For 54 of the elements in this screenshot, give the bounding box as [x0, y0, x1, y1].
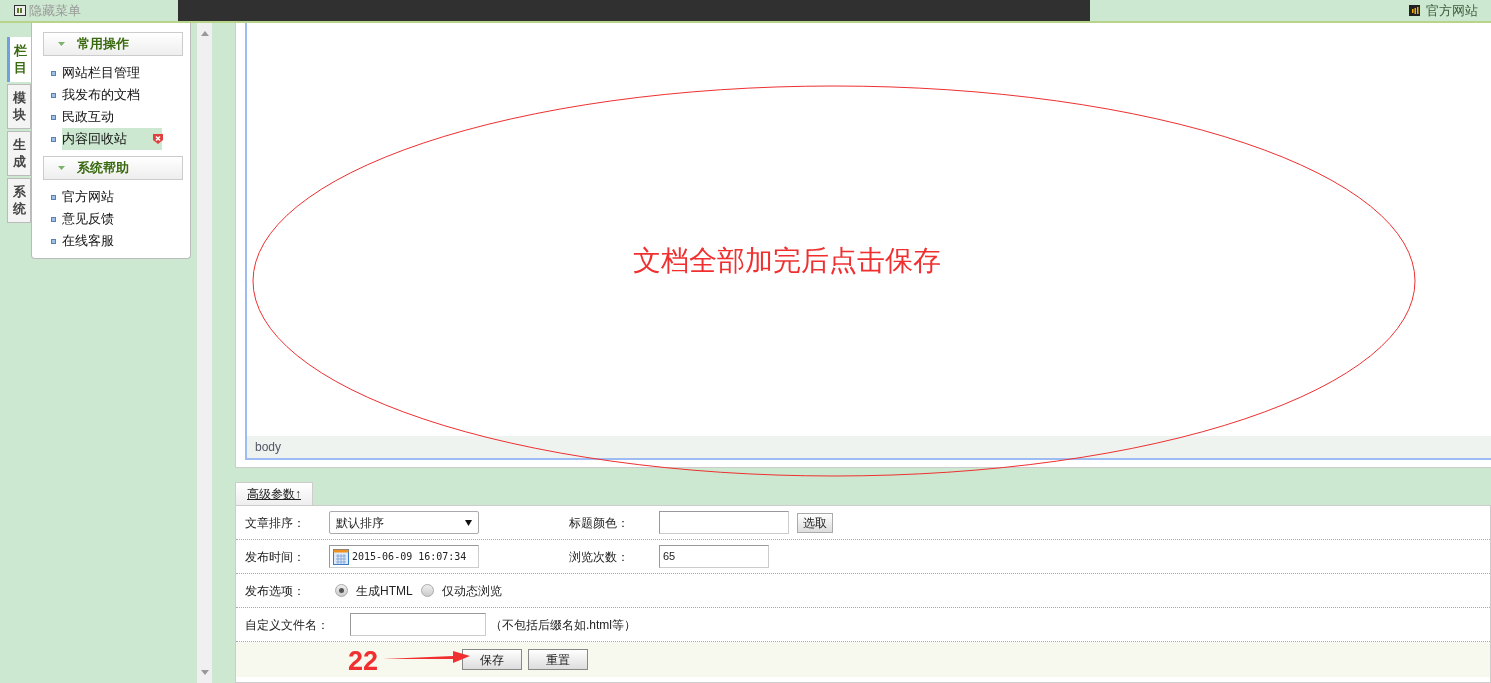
panel-icon — [14, 5, 26, 16]
pick-color-button[interactable]: 选取 — [797, 512, 833, 533]
menu-group-header[interactable]: 常用操作 — [43, 32, 183, 56]
radio-button[interactable] — [335, 584, 348, 597]
scroll-up-icon[interactable] — [200, 31, 209, 36]
menu-item[interactable]: 网站栏目管理 — [62, 62, 140, 84]
rss-icon — [1409, 5, 1420, 16]
form-button[interactable]: 重置 — [528, 649, 588, 670]
radio-label[interactable]: 仅动态浏览 — [441, 581, 502, 600]
views-field[interactable]: 65 — [659, 545, 769, 568]
bullet-icon — [51, 194, 56, 200]
calendar-icon — [333, 548, 349, 565]
bullet-icon — [51, 216, 56, 222]
caret-icon — [58, 166, 65, 170]
bullet-icon — [51, 238, 56, 244]
side-tab[interactable]: 模块 — [7, 84, 31, 129]
side-tab[interactable]: 栏目 — [7, 37, 31, 82]
filename-field[interactable] — [350, 613, 486, 636]
status-path: body — [255, 439, 282, 456]
menu-item[interactable]: 我发布的文档 — [62, 84, 140, 106]
delete-icon[interactable] — [152, 133, 164, 145]
caret-icon — [58, 42, 65, 46]
menu-item[interactable]: 内容回收站 — [62, 128, 162, 150]
field-label: 浏览次数： — [569, 549, 629, 564]
menu-item[interactable]: 意见反馈 — [62, 208, 114, 230]
side-tab[interactable]: 系统 — [7, 178, 31, 223]
advanced-tab[interactable]: 高级参数↑ — [235, 482, 313, 505]
step-number: 22 — [348, 646, 379, 676]
field-label: 文章排序： — [245, 515, 305, 530]
field-label: 发布选项： — [245, 583, 305, 598]
form-button[interactable]: 保存 — [462, 649, 522, 670]
scroll-down-icon[interactable] — [200, 670, 209, 675]
field-label: 标题颜色： — [569, 515, 629, 530]
radio-button[interactable] — [420, 584, 434, 597]
menu-item[interactable]: 在线客服 — [62, 230, 114, 252]
dropdown-caret-icon — [465, 519, 472, 526]
side-tab[interactable]: 生成 — [7, 131, 31, 176]
title-color-field[interactable] — [659, 511, 789, 534]
menu-group-header[interactable]: 系统帮助 — [43, 156, 183, 180]
bullet-icon — [51, 114, 56, 120]
bullet-icon — [51, 136, 56, 142]
bullet-icon — [51, 92, 56, 98]
menu-item[interactable]: 民政互动 — [62, 106, 114, 128]
publish-time-field[interactable]: 2015-06-09 16:07:34 — [329, 545, 479, 568]
sort-select[interactable]: 默认排序 — [329, 511, 479, 534]
bullet-icon — [51, 70, 56, 76]
filename-hint: （不包括后缀名如.html等） — [490, 616, 636, 634]
scrollbar[interactable] — [197, 23, 212, 683]
annotation-note: 文档全部加完后点击保存 — [633, 245, 941, 276]
menu-item[interactable]: 官方网站 — [62, 186, 114, 208]
radio-label[interactable]: 生成HTML — [356, 581, 413, 600]
field-label: 发布时间： — [245, 549, 305, 564]
field-label: 自定义文件名： — [245, 617, 329, 632]
official-site-link[interactable]: 官方网站 — [1426, 0, 1478, 21]
